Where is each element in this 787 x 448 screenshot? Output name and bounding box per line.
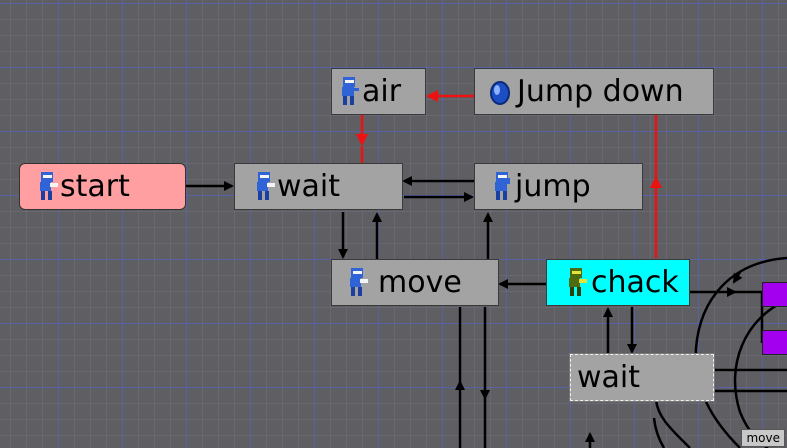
ninja-icon [342, 76, 359, 105]
state-node-chack[interactable]: chack [546, 259, 690, 306]
purple-state-box[interactable] [762, 330, 787, 355]
corner-tag: move [741, 429, 785, 447]
blue-gem-icon [490, 80, 510, 105]
state-node-jump[interactable]: jump [474, 163, 643, 210]
ninja-icon [495, 171, 510, 200]
state-label: wait [277, 168, 341, 204]
state-node-jump-down[interactable]: Jump down [474, 68, 714, 115]
ninja-icon [40, 171, 58, 200]
state-label: wait [577, 359, 641, 395]
purple-state-box[interactable] [762, 282, 787, 307]
state-node-air[interactable]: air [331, 68, 426, 115]
state-node-wait[interactable]: wait [234, 163, 403, 210]
state-label: jump [515, 168, 591, 204]
state-node-wait-selected[interactable]: wait [569, 353, 715, 402]
state-label: Jump down [517, 73, 684, 109]
state-node-start[interactable]: start [19, 163, 186, 210]
state-label: chack [591, 264, 679, 300]
ninja-icon [350, 267, 368, 296]
green-ninja-icon [569, 267, 587, 296]
state-label: move [378, 264, 462, 300]
state-label: air [362, 73, 402, 109]
state-label: start [60, 168, 130, 204]
state-node-move[interactable]: move [331, 259, 499, 306]
ninja-icon [257, 171, 275, 200]
